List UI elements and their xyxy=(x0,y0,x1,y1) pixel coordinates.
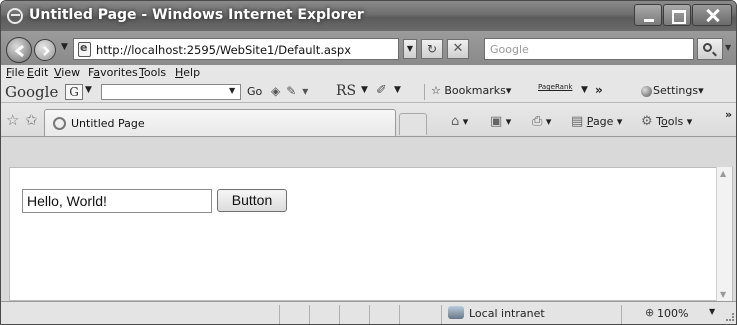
scroll-down-icon[interactable]: ▼ xyxy=(720,290,726,299)
pencil-icon[interactable]: ✐ xyxy=(376,83,387,98)
status-divider xyxy=(399,305,400,324)
page-menu[interactable]: ▤ Page ▾ xyxy=(571,114,622,129)
tab-title: Untitled Page xyxy=(71,117,145,130)
google-search-dropdown-icon[interactable]: ▼ xyxy=(229,86,235,95)
command-more-button[interactable]: » xyxy=(725,108,732,121)
home-icon: ⌂ xyxy=(451,114,460,129)
address-input[interactable]: http://localhost:2595/WebSite1/Default.a… xyxy=(73,38,399,60)
pagerank-button[interactable]: PageRank xyxy=(538,83,572,91)
intranet-icon xyxy=(448,306,464,319)
google-search-input[interactable] xyxy=(101,84,241,100)
close-button[interactable] xyxy=(692,4,732,26)
status-divider xyxy=(339,305,340,324)
forward-arrow-icon xyxy=(43,46,50,56)
recent-pages-dropdown-icon[interactable]: ▼ xyxy=(61,42,68,52)
feeds-icon: ▣ xyxy=(490,114,503,129)
search-input[interactable]: Google xyxy=(484,38,694,60)
menu-file[interactable]: File xyxy=(6,66,24,79)
status-divider xyxy=(441,305,442,324)
print-icon: ⎙ xyxy=(532,114,543,129)
google-toolbar: Google G ▼ ▼ Go ◈✎▾ RS ▼ ✐ ▼ ☆ Bookmarks… xyxy=(1,81,736,103)
home-button[interactable]: ⌂ ▾ xyxy=(451,114,468,129)
minimize-button[interactable] xyxy=(634,4,662,26)
favorites-star-icon[interactable]: ☆ xyxy=(6,111,19,129)
stop-icon: ✕ xyxy=(452,41,464,56)
window-title: Untitled Page - Windows Internet Explore… xyxy=(29,7,364,23)
bookmarks-button[interactable]: ☆ Bookmarks▾ xyxy=(431,84,511,97)
google-rs-button[interactable]: RS xyxy=(336,83,356,99)
refresh-icon: ↻ xyxy=(426,42,438,56)
pencil-dropdown-icon[interactable]: ▼ xyxy=(394,85,401,95)
search-placeholder: Google xyxy=(490,43,529,56)
zoom-level[interactable]: 100% xyxy=(657,307,688,320)
google-g-button[interactable]: G xyxy=(65,84,83,100)
page-button[interactable]: Button xyxy=(217,189,287,212)
back-button[interactable] xyxy=(6,37,32,63)
zoom-icon: ⊕ xyxy=(645,306,655,319)
google-tool-icons[interactable]: ◈✎▾ xyxy=(271,84,314,98)
new-tab-button[interactable] xyxy=(399,113,427,135)
page-menu-icon: ▤ xyxy=(571,114,584,129)
vertical-scrollbar[interactable]: ▲ ▼ xyxy=(716,167,732,301)
feeds-button[interactable]: ▣ ▾ xyxy=(490,114,511,129)
page-content xyxy=(9,167,733,301)
menu-tools[interactable]: Tools xyxy=(139,66,166,79)
settings-button[interactable]: Settings▾ xyxy=(653,84,704,97)
menu-edit[interactable]: Edit xyxy=(27,66,48,79)
status-divider xyxy=(369,305,370,324)
hello-textbox[interactable]: Hello, World! xyxy=(22,189,212,213)
google-go-button[interactable]: Go xyxy=(247,85,262,98)
tab-bar: ☆ ✩ Untitled Page ⌂ ▾ ▣ ▾ ⎙ ▾ ▤ Page ▾ ⚙… xyxy=(1,103,736,137)
tools-menu[interactable]: ⚙ Tools ▾ xyxy=(641,114,692,129)
search-options-dropdown-icon[interactable]: ▼ xyxy=(725,43,731,52)
page-icon xyxy=(78,41,91,57)
google-more-button[interactable]: » xyxy=(595,83,603,97)
gear-icon: ⚙ xyxy=(641,114,653,129)
google-logo: Google xyxy=(5,83,59,101)
status-bar xyxy=(1,301,736,324)
menu-view[interactable]: View xyxy=(54,66,80,79)
stop-button[interactable]: ✕ xyxy=(447,39,469,59)
google-menu-dropdown-icon[interactable]: ▼ xyxy=(85,85,92,95)
address-url: http://localhost:2595/WebSite1/Default.a… xyxy=(96,43,352,57)
add-favorite-icon[interactable]: ✩ xyxy=(25,111,38,129)
page-icon xyxy=(53,117,66,130)
back-arrow-icon xyxy=(14,44,24,58)
status-divider xyxy=(621,305,622,324)
ie-logo-icon xyxy=(7,8,23,24)
address-bar: ▼ http://localhost:2595/WebSite1/Default… xyxy=(1,31,736,65)
address-dropdown-button[interactable]: ▼ xyxy=(403,39,417,59)
menu-favorites[interactable]: Favorites xyxy=(88,66,138,79)
status-divider xyxy=(279,305,280,324)
resize-grip[interactable] xyxy=(726,313,734,321)
maximize-button[interactable] xyxy=(663,4,691,26)
search-button[interactable] xyxy=(697,38,723,60)
refresh-button[interactable]: ↻ xyxy=(421,39,443,59)
pagerank-dropdown-icon[interactable]: ▼ xyxy=(581,85,588,95)
security-zone[interactable]: Local intranet xyxy=(469,307,545,320)
scroll-up-icon[interactable]: ▲ xyxy=(720,169,726,178)
title-bar[interactable]: Untitled Page - Windows Internet Explore… xyxy=(1,1,736,31)
tab-untitled-page[interactable]: Untitled Page xyxy=(44,109,396,136)
menu-help[interactable]: Help xyxy=(175,66,200,79)
zoom-dropdown-icon[interactable]: ▼ xyxy=(709,307,715,316)
window-controls xyxy=(634,4,732,26)
menu-bar: File Edit View Favorites Tools Help xyxy=(1,65,736,81)
forward-button[interactable] xyxy=(34,39,56,61)
browser-window: Untitled Page - Windows Internet Explore… xyxy=(0,0,737,325)
toolbar-separator xyxy=(424,84,425,100)
search-icon xyxy=(703,43,712,52)
status-divider xyxy=(309,305,310,324)
rs-dropdown-icon[interactable]: ▼ xyxy=(361,85,368,95)
settings-icon xyxy=(641,86,652,97)
print-button[interactable]: ⎙ ▾ xyxy=(532,114,551,129)
star-icon: ☆ xyxy=(431,84,445,97)
